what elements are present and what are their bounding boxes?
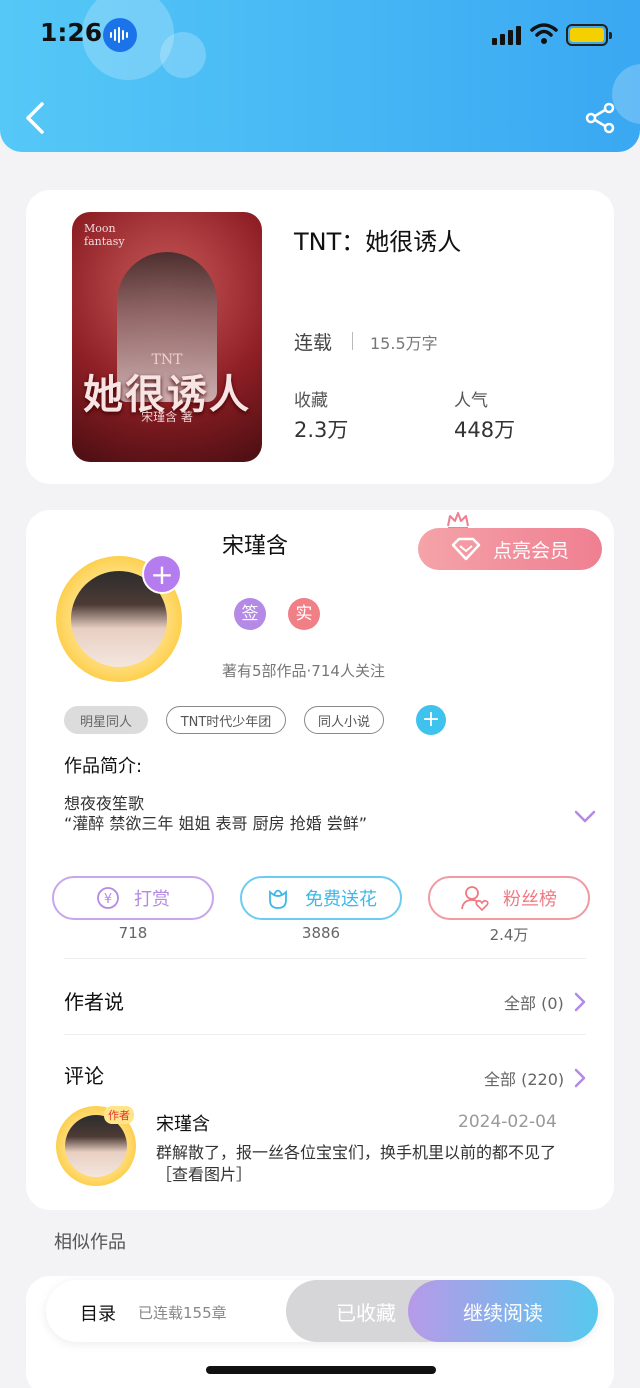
signed-author-badge: 签 (234, 598, 266, 630)
vip-button-label: 点亮会员 (492, 539, 569, 562)
continue-reading-button[interactable]: 继续阅读 (408, 1280, 598, 1342)
author-badge: 作者 (104, 1106, 134, 1124)
chapter-count: 已连载155章 (138, 1304, 227, 1322)
popularity-value: 448万 (454, 418, 516, 442)
home-indicator (206, 1366, 436, 1374)
favorites-label: 收藏 (294, 391, 328, 411)
popularity-label: 人气 (454, 391, 488, 411)
fan-ranking-label: 粉丝榜 (503, 889, 557, 910)
comments-title: 评论 (64, 1064, 104, 1088)
chevron-right-icon (574, 992, 586, 1012)
back-arrow-icon[interactable] (22, 100, 50, 136)
send-flower-button[interactable]: 免费送花 (240, 876, 402, 920)
book-word-count: 15.5万字 (370, 334, 438, 353)
svg-text:¥: ¥ (104, 892, 112, 907)
activate-vip-button[interactable]: 点亮会员 (418, 528, 602, 570)
cellular-signal-icon (492, 26, 521, 45)
share-icon[interactable] (584, 102, 616, 134)
battery-icon (566, 24, 612, 46)
top-header: 1:26 (0, 0, 640, 152)
fan-count: 2.4万 (489, 926, 529, 944)
commenter-photo (65, 1115, 127, 1177)
author-says-title: 作者说 (64, 990, 124, 1014)
bottom-action-bar: 目录 已连载155章 已收藏 继续阅读 (46, 1280, 598, 1342)
send-flower-label: 免费送花 (305, 889, 377, 910)
author-stats: 著有5部作品·714人关注 (222, 662, 385, 680)
decor-bubble (612, 64, 640, 124)
verified-badge: 实 (288, 598, 320, 630)
comment-item[interactable]: 作者 宋瑾含 2024-02-04 群解散了，报一丝各位宝宝们，换手机里以前的都… (56, 1104, 586, 1194)
collected-label: 已收藏 (336, 1300, 396, 1325)
intro-label: 作品简介: (64, 756, 143, 777)
similar-works-title: 相似作品 (54, 1232, 126, 1253)
add-tag-button[interactable]: + (416, 705, 446, 735)
yen-coin-icon: ¥ (97, 887, 119, 909)
chevron-right-icon (574, 1068, 586, 1088)
flower-icon (269, 889, 287, 909)
author-name[interactable]: 宋瑾含 (222, 528, 288, 560)
voice-recording-icon (103, 18, 137, 52)
tag-chip[interactable]: 同人小说 (304, 706, 384, 734)
flower-count: 3886 (301, 924, 341, 942)
tag-chip[interactable]: 明星同人 (64, 706, 148, 734)
tip-button[interactable]: ¥ 打赏 (52, 876, 214, 920)
cover-tagline: Moon fantasy (84, 222, 125, 248)
divider (64, 958, 586, 959)
commenter-name: 宋瑾含 (156, 1114, 210, 1135)
follow-plus-button[interactable]: + (142, 554, 182, 594)
wifi-icon (530, 23, 558, 44)
expand-chevron-icon[interactable] (574, 810, 596, 824)
fan-heart-icon (461, 886, 489, 911)
divider-line (352, 332, 353, 350)
fan-ranking-button[interactable]: 粉丝榜 (428, 876, 590, 920)
book-cover[interactable]: Moon fantasy TNT 她很诱人 宋瑾含 著 (72, 212, 262, 462)
tag-chip[interactable]: TNT时代少年团 (166, 706, 286, 734)
decor-bubble (160, 32, 206, 78)
divider (64, 1034, 586, 1035)
book-title: TNT：她很诱人 (294, 228, 462, 256)
tip-label: 打赏 (134, 889, 170, 910)
author-card: + 宋瑾含 点亮会员 签 实 著有5部作品·714人关注 明星同人 TNT时代少… (26, 510, 614, 1210)
comment-date: 2024-02-04 (458, 1112, 557, 1132)
crown-icon (447, 512, 469, 529)
favorites-value: 2.3万 (294, 418, 349, 442)
cover-author: 宋瑾含 著 (141, 410, 193, 424)
continue-reading-label: 继续阅读 (463, 1300, 543, 1325)
intro-line-2: “灌醉 禁欲三年 姐姐 表哥 厨房 抢婚 尝鲜” (64, 814, 368, 833)
author-says-all-link[interactable]: 全部 (0) (504, 990, 586, 1014)
status-time: 1:26 (40, 18, 103, 47)
book-info-card: Moon fantasy TNT 她很诱人 宋瑾含 著 TNT：她很诱人 连载 … (26, 190, 614, 484)
comment-text: 群解散了，报一丝各位宝宝们，换手机里以前的都不见了［查看图片］ (156, 1143, 557, 1184)
comments-all-label: 全部 (220) (484, 1070, 565, 1089)
diamond-icon (451, 537, 481, 561)
author-says-all-label: 全部 (0) (504, 994, 564, 1013)
tip-count: 718 (118, 924, 148, 942)
comments-all-link[interactable]: 全部 (220) (484, 1066, 586, 1090)
book-status: 连载 (294, 332, 333, 354)
toc-button[interactable]: 目录 (80, 1300, 116, 1326)
